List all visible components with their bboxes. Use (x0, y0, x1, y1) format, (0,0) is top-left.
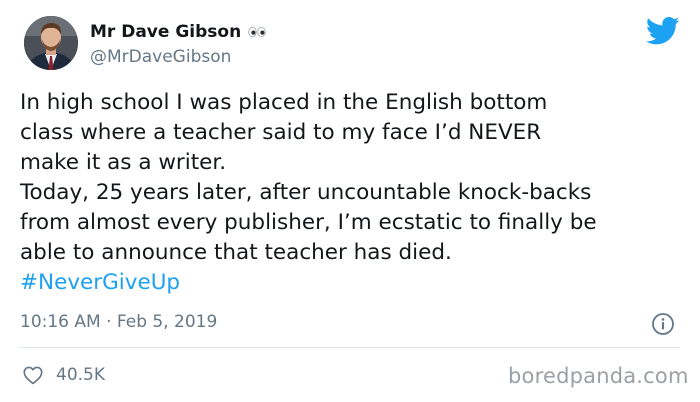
tweet-text-line: make it as a writer. (20, 150, 227, 175)
eyes-emoji-icon (248, 27, 266, 37)
tweet-text: In high school I was placed in the Engli… (20, 88, 684, 298)
hashtag-link[interactable]: #NeverGiveUp (20, 268, 684, 298)
like-button[interactable]: 40.5K (22, 364, 105, 386)
divider (20, 347, 680, 348)
author-name-row[interactable]: Mr Dave Gibson (90, 22, 266, 42)
twitter-bird-icon[interactable] (645, 16, 680, 46)
tweet-card: Mr Dave Gibson @MrDaveGibson In high sch… (0, 0, 700, 402)
watermark: boredpanda.com (508, 364, 689, 388)
tweet-text-line: able to announce that teacher has died. (20, 240, 452, 265)
heart-icon[interactable] (22, 364, 44, 386)
tweet-text-line: class where a teacher said to my face I’… (20, 120, 542, 145)
avatar[interactable] (24, 16, 78, 70)
tweet-text-line: Today, 25 years later, after uncountable… (20, 180, 592, 205)
author-handle[interactable]: @MrDaveGibson (90, 47, 231, 67)
info-icon[interactable] (651, 312, 675, 336)
tweet-timestamp[interactable]: 10:16 AM · Feb 5, 2019 (20, 312, 217, 332)
tweet-text-line: from almost every publisher, I’m ecstati… (20, 210, 597, 235)
like-count: 40.5K (56, 365, 105, 385)
tweet-text-line: In high school I was placed in the Engli… (20, 90, 548, 115)
author-name[interactable]: Mr Dave Gibson (90, 22, 241, 42)
